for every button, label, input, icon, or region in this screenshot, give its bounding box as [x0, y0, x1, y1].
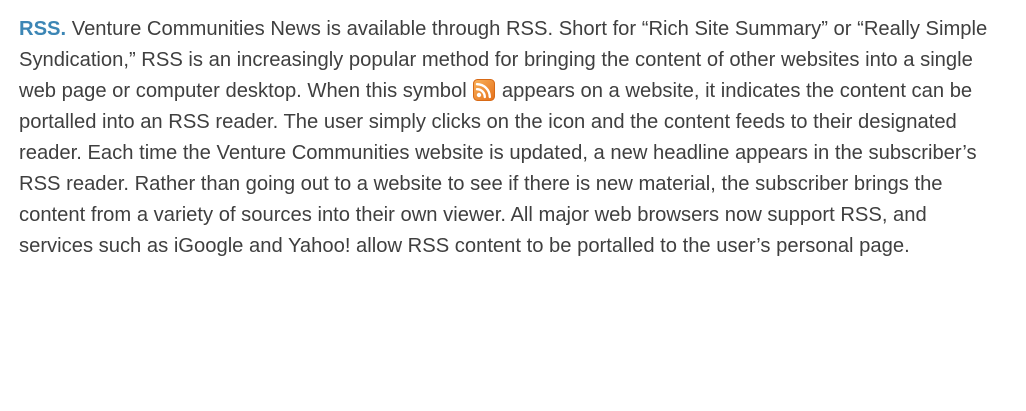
- article-content: RSS. Venture Communities News is availab…: [0, 0, 1026, 262]
- section-heading: RSS.: [19, 18, 67, 40]
- paragraph-text-after-icon: appears on a website, it indicates the c…: [19, 80, 977, 257]
- rss-paragraph: RSS. Venture Communities News is availab…: [19, 14, 1004, 262]
- rss-feed-icon: [473, 79, 496, 101]
